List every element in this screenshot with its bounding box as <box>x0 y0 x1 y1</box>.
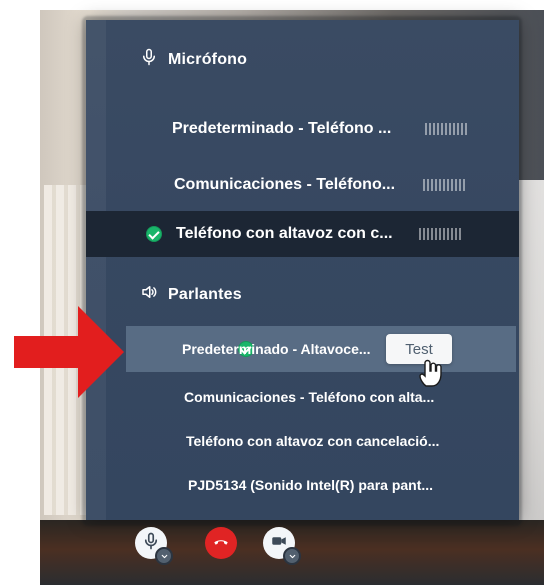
panel-left-glow <box>86 20 106 520</box>
microphone-device-name: Predeterminado - Teléfono ... <box>172 120 392 137</box>
speaker-device-name: Comunicaciones - Teléfono con alta... <box>184 389 435 405</box>
speaker-device-row[interactable]: Teléfono con altavoz con cancelació... <box>126 418 516 464</box>
microphone-device-row-selected[interactable]: Teléfono con altavoz con c... <box>86 211 519 257</box>
red-arrow-annotation <box>14 306 124 398</box>
speaker-device-row-selected[interactable]: Predeterminado - Altavoce... <box>126 326 516 372</box>
audio-level-meter <box>423 179 467 191</box>
speakers-title: Parlantes <box>168 285 242 303</box>
speakers-section-header: Parlantes <box>140 283 242 306</box>
microphone-title: Micrófono <box>168 50 248 68</box>
microphone-device-row[interactable]: Comunicaciones - Teléfono... <box>86 162 519 208</box>
speaker-device-name: Teléfono con altavoz con cancelació... <box>186 433 440 449</box>
microphone-section-header: Micrófono <box>140 48 247 71</box>
speaker-device-name: PJD5134 (Sonido Intel(R) para pant... <box>188 477 434 493</box>
speaker-icon <box>140 283 158 306</box>
hangup-button[interactable] <box>205 527 237 559</box>
microphone-device-name: Teléfono con altavoz con c... <box>176 225 393 242</box>
speaker-device-row[interactable]: PJD5134 (Sonido Intel(R) para pant... <box>126 462 516 508</box>
camera-options-chevron[interactable] <box>283 547 301 565</box>
microphone-device-row[interactable]: Predeterminado - Teléfono ... <box>86 106 519 152</box>
camera-control-button[interactable] <box>263 527 301 565</box>
mic-options-chevron[interactable] <box>155 547 173 565</box>
hand-cursor-icon <box>419 359 442 387</box>
mic-control-button[interactable] <box>135 527 173 565</box>
checkmark-icon <box>146 226 162 242</box>
speaker-device-row[interactable]: Comunicaciones - Teléfono con alta... <box>126 374 516 420</box>
audio-level-meter <box>419 228 463 240</box>
microphone-icon <box>140 48 158 71</box>
audio-level-meter <box>425 123 469 135</box>
microphone-device-name: Comunicaciones - Teléfono... <box>174 176 396 193</box>
device-settings-panel: Micrófono Predeterminado - Teléfono ... … <box>86 20 519 520</box>
phone-hangup-icon <box>212 532 230 555</box>
speaker-device-name: Predeterminado - Altavoce... <box>182 341 371 357</box>
